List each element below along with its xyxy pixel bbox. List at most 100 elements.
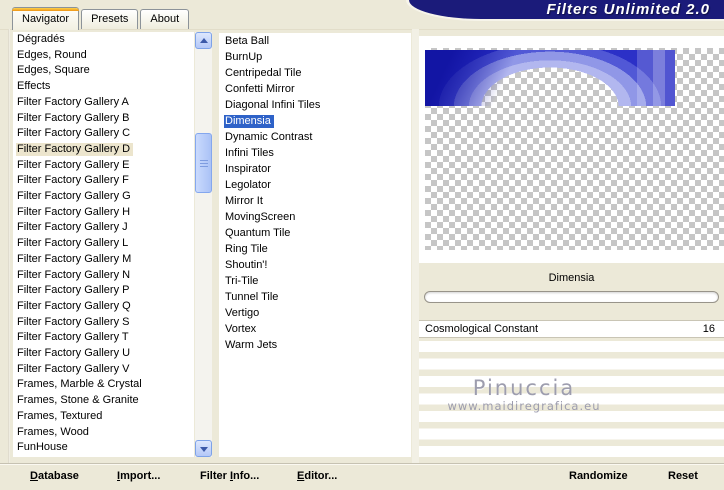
filter-list-item[interactable]: Ring Tile — [219, 241, 411, 257]
category-list-item-label: Filter Factory Gallery B — [17, 111, 130, 124]
scrollbar-thumb[interactable] — [195, 133, 212, 193]
category-list-item[interactable]: Frames, Textured — [13, 409, 194, 425]
category-list-item[interactable]: Filter Factory Gallery P — [13, 283, 194, 299]
filter-list-item-label: Legolator — [225, 179, 271, 191]
filter-list-item[interactable]: Diagonal Infini Tiles — [219, 97, 411, 113]
filter-list-item[interactable]: Vortex — [219, 321, 411, 337]
database-button[interactable]: Database — [30, 470, 79, 482]
category-list-item-label: Filter Factory Gallery V — [17, 362, 130, 375]
filter-list-item-label: Ring Tile — [225, 243, 268, 255]
filter-list-item-label: Confetti Mirror — [225, 83, 295, 95]
category-list-item[interactable]: Filter Factory Gallery M — [13, 252, 194, 268]
category-list-item[interactable]: Frames, Marble & Crystal — [13, 377, 194, 393]
category-list-item-label: Filter Factory Gallery C — [17, 127, 131, 140]
reset-button[interactable]: Reset — [668, 470, 698, 482]
editor-button[interactable]: Editor... — [297, 470, 337, 482]
import-button[interactable]: Import... — [117, 470, 160, 482]
filter-list-item-label: Tri-Tile — [225, 275, 259, 287]
filter-list-item-label: Beta Ball — [225, 35, 270, 47]
watermark-name: Pinuccia — [472, 376, 576, 400]
scroll-up-button[interactable] — [195, 32, 212, 49]
category-list-item[interactable]: Filter Factory Gallery L — [13, 236, 194, 252]
filter-list-item[interactable]: Inspirator — [219, 161, 411, 177]
filter-list-item[interactable]: Legolator — [219, 177, 411, 193]
category-list-item-label: Frames, Marble & Crystal — [17, 378, 142, 391]
category-list-item[interactable]: Frames, Wood — [13, 425, 194, 441]
category-list-item-label: Filter Factory Gallery G — [17, 190, 131, 203]
parameter-row[interactable]: Cosmological Constant 16 — [419, 320, 724, 338]
filter-list-item[interactable]: Infini Tiles — [219, 145, 411, 161]
category-list-item[interactable]: Filter Factory Gallery D — [13, 142, 194, 158]
parameter-value: 16 — [702, 323, 715, 335]
tab-presets[interactable]: Presets — [81, 9, 139, 29]
category-list-item-label: Filter Factory Gallery H — [17, 205, 131, 218]
category-scrollbar[interactable] — [195, 32, 212, 457]
transparency-checkerboard — [425, 48, 724, 250]
app-title: Filters Unlimited 2.0 — [546, 1, 710, 18]
filter-list-item-label: Dynamic Contrast — [225, 131, 313, 143]
filter-list-item[interactable]: Mirror It — [219, 193, 411, 209]
category-list-item[interactable]: FunHouse — [13, 440, 194, 456]
filter-list-item[interactable]: Tri-Tile — [219, 273, 411, 289]
panel-divider — [412, 29, 419, 490]
category-list-item-label: Frames, Textured — [17, 409, 103, 422]
filter-list-item[interactable]: Quantum Tile — [219, 225, 411, 241]
scroll-down-arrow-icon — [200, 447, 208, 452]
category-list-item[interactable]: Filter Factory Gallery B — [13, 111, 194, 127]
filter-list-item-label: Vertigo — [225, 307, 260, 319]
category-list-item[interactable]: Filter Factory Gallery C — [13, 126, 194, 142]
randomize-button[interactable]: Randomize — [569, 470, 628, 482]
filter-list-item[interactable]: Confetti Mirror — [219, 81, 411, 97]
category-list-item[interactable]: Edges, Square — [13, 63, 194, 79]
panel-left-edge — [8, 29, 10, 463]
app-title-banner: Filters Unlimited 2.0 — [406, 0, 724, 21]
filters-unlimited-dialog: Filters Unlimited 2.0 Navigator Presets … — [0, 0, 724, 490]
scrollbar-grip-icon — [200, 160, 208, 168]
filter-list-item[interactable]: Warm Jets — [219, 337, 411, 353]
category-list-item[interactable]: Filter Factory Gallery T — [13, 330, 194, 346]
filter-list-item[interactable]: Beta Ball — [219, 33, 411, 49]
filter-list-item[interactable]: Dimensia — [219, 113, 411, 129]
filter-list-item-label: Centripedal Tile — [225, 67, 302, 79]
category-list-item-label: Filter Factory Gallery A — [17, 95, 129, 108]
category-list-item[interactable]: Filter Factory Gallery N — [13, 268, 194, 284]
filter-list-item-label: Dimensia — [224, 115, 274, 128]
category-list-item[interactable]: Filter Factory Gallery S — [13, 315, 194, 331]
filter-list[interactable]: Beta Ball BurnUp Centripedal Tile Confetti … — [219, 33, 411, 457]
category-list-item-label: Frames, Stone & Granite — [17, 394, 139, 407]
filter-list-item[interactable]: MovingScreen — [219, 209, 411, 225]
filter-list-item[interactable]: Shoutin'! — [219, 257, 411, 273]
category-list[interactable]: Dégradés Edges, Round Edges, Square Effects… — [13, 32, 194, 457]
category-list-item[interactable]: Frames, Stone & Granite — [13, 393, 194, 409]
category-list-item[interactable]: Edges, Round — [13, 48, 194, 64]
category-list-item[interactable]: Filter Factory Gallery A — [13, 95, 194, 111]
category-list-item[interactable]: Filter Factory Gallery Q — [13, 299, 194, 315]
category-list-item-label: Filter Factory Gallery D — [16, 142, 134, 156]
filter-list-item[interactable]: Centripedal Tile — [219, 65, 411, 81]
category-list-item[interactable]: Filter Factory Gallery H — [13, 205, 194, 221]
tab-about[interactable]: About — [140, 9, 190, 29]
filter-list-item-label: Infini Tiles — [225, 147, 274, 159]
filter-list-item[interactable]: Vertigo — [219, 305, 411, 321]
filter-info-button[interactable]: Filter Info... — [200, 470, 259, 482]
category-list-item[interactable]: Filter Factory Gallery G — [13, 189, 194, 205]
category-list-item[interactable]: Effects — [13, 79, 194, 95]
filter-list-item[interactable]: Tunnel Tile — [219, 289, 411, 305]
category-list-item[interactable]: Filter Factory Gallery F — [13, 173, 194, 189]
category-list-item[interactable]: Filter Factory Gallery J — [13, 220, 194, 236]
category-list-item[interactable]: Filter Factory Gallery U — [13, 346, 194, 362]
category-list-item-label: Filter Factory Gallery N — [17, 268, 131, 281]
parameter-slider-track[interactable] — [424, 291, 719, 303]
filter-list-item[interactable]: Dynamic Contrast — [219, 129, 411, 145]
category-list-item-label: Filter Factory Gallery S — [17, 315, 130, 328]
category-list-item-label: Filter Factory Gallery F — [17, 174, 129, 187]
tab-navigator[interactable]: Navigator — [12, 7, 80, 30]
scroll-down-button[interactable] — [195, 440, 212, 457]
tab-bar: Filters Unlimited 2.0 Navigator Presets … — [0, 0, 724, 30]
filter-list-item[interactable]: BurnUp — [219, 49, 411, 65]
category-list-item[interactable]: Filter Factory Gallery E — [13, 158, 194, 174]
filter-list-item-label: MovingScreen — [225, 211, 296, 223]
category-list-item[interactable]: Dégradés — [13, 32, 194, 48]
category-list-item[interactable]: Filter Factory Gallery V — [13, 362, 194, 378]
category-list-item-label: Effects — [17, 80, 51, 93]
